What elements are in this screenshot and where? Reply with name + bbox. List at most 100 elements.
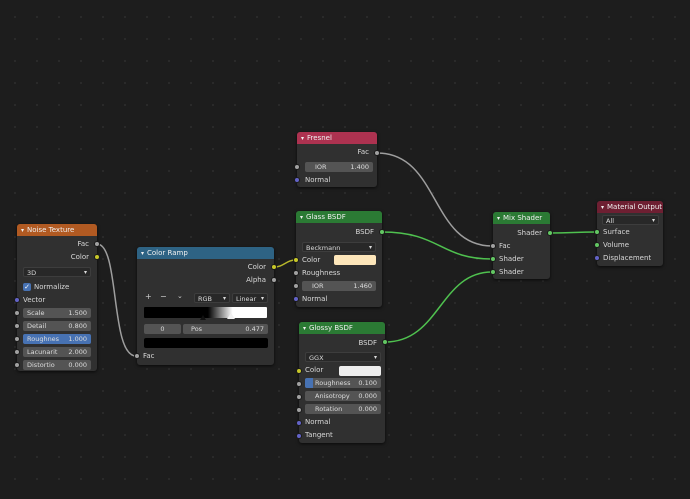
scale-field[interactable]: Scale 1.500	[23, 308, 91, 318]
input-fac-socket[interactable]	[134, 353, 140, 359]
fresnel-node[interactable]: ▾ Fresnel Fac IOR 1.400 Normal	[294, 132, 380, 187]
input-lacunarity-socket[interactable]	[14, 349, 20, 355]
input-normal-socket[interactable]	[294, 177, 300, 183]
rotation-field[interactable]: Rotation 0.000	[305, 404, 381, 414]
output-fac-label: Fac	[77, 240, 89, 248]
color-ramp-node[interactable]: ▾ Color Ramp Color Alpha + − ⌄ RGB ▾ Linea…	[134, 247, 277, 365]
output-bsdf-socket[interactable]	[379, 229, 385, 235]
fresnel-header[interactable]: ▾ Fresnel	[297, 132, 377, 144]
mix-shader-header[interactable]: ▾ Mix Shader	[493, 212, 550, 224]
chevron-down-icon: ▾	[222, 295, 226, 302]
output-fac-socket[interactable]	[374, 150, 380, 156]
input-roughness-label: Roughness	[302, 269, 341, 277]
input-fac-label: Fac	[499, 242, 511, 250]
target-dropdown[interactable]: All ▾	[602, 215, 659, 225]
input-volume-label: Volume	[603, 241, 630, 249]
dimension-dropdown[interactable]: 3D ▾	[23, 267, 91, 277]
pos-field[interactable]: Pos 0.477	[183, 324, 268, 334]
output-bsdf-socket[interactable]	[382, 339, 388, 345]
chevron-down-icon: ▾	[83, 269, 87, 276]
material-output-node[interactable]: ▾ Material Output All ▾ Surface Volume Dis…	[594, 201, 663, 266]
lacunarity-field[interactable]: Lacunarit 2.000	[23, 347, 91, 357]
output-shader-socket[interactable]	[547, 230, 553, 236]
collapse-chevron-icon[interactable]: ▾	[601, 202, 604, 213]
glass-bsdf-node[interactable]: ▾ Glass BSDF BSDF Beckmann ▾ Color Roughne…	[293, 211, 385, 307]
collapse-chevron-icon[interactable]: ▾	[21, 225, 24, 236]
remove-stop-icon[interactable]: −	[160, 292, 167, 301]
glass-bsdf-header[interactable]: ▾ Glass BSDF	[296, 211, 382, 223]
collapse-chevron-icon[interactable]: ▾	[301, 133, 304, 144]
distribution-dropdown[interactable]: Beckmann ▾	[302, 242, 376, 252]
material-output-header[interactable]: ▾ Material Output	[597, 201, 663, 213]
input-scale-socket[interactable]	[14, 310, 20, 316]
input-shader-2-socket[interactable]	[490, 269, 496, 275]
input-vector-socket[interactable]	[14, 297, 20, 303]
input-tangent-socket[interactable]	[296, 433, 302, 439]
input-shader-2-label: Shader	[499, 268, 524, 276]
input-roughness-socket[interactable]	[293, 270, 299, 276]
anisotropy-field[interactable]: Anisotropy 0.000	[305, 391, 381, 401]
output-color-socket[interactable]	[94, 254, 100, 260]
link-glossy-bsdf-to-mix-shader	[384, 271, 493, 343]
detail-field[interactable]: Detail 0.800	[23, 321, 91, 331]
input-normal-label: Normal	[305, 418, 331, 426]
input-anisotropy-socket[interactable]	[296, 394, 302, 400]
color-ramp-header[interactable]: ▾ Color Ramp	[137, 247, 274, 259]
input-normal-label: Normal	[305, 176, 331, 184]
collapse-chevron-icon[interactable]: ▾	[141, 248, 144, 259]
input-volume-socket[interactable]	[594, 242, 600, 248]
input-ior-socket[interactable]	[293, 283, 299, 289]
field-value: 0.800	[68, 322, 87, 330]
collapse-chevron-icon[interactable]: ▾	[303, 323, 306, 334]
add-stop-icon[interactable]: +	[145, 292, 152, 301]
output-shader-label: Shader	[517, 229, 542, 237]
chevron-down-icon[interactable]: ⌄	[177, 292, 183, 300]
color-mode-dropdown[interactable]: RGB ▾	[194, 293, 230, 303]
output-fac-socket[interactable]	[94, 241, 100, 247]
input-fac-socket[interactable]	[490, 243, 496, 249]
stop-black-marker[interactable]	[200, 315, 206, 320]
chevron-down-icon: ▾	[368, 244, 372, 251]
input-normal-socket[interactable]	[296, 420, 302, 426]
input-distortion-socket[interactable]	[14, 362, 20, 368]
interpolation-dropdown[interactable]: Linear ▾	[232, 293, 268, 303]
input-surface-socket[interactable]	[594, 229, 600, 235]
stop-index-field[interactable]: 0	[144, 324, 181, 334]
distribution-dropdown[interactable]: GGX ▾	[305, 352, 381, 362]
field-label: Detail	[27, 322, 47, 330]
collapse-chevron-icon[interactable]: ▾	[300, 212, 303, 223]
distortion-field[interactable]: Distortio 0.000	[23, 360, 91, 370]
input-normal-socket[interactable]	[293, 296, 299, 302]
input-roughness-socket[interactable]	[296, 381, 302, 387]
input-roughness-socket[interactable]	[14, 336, 20, 342]
field-value: 0.100	[358, 379, 377, 387]
output-color-socket[interactable]	[271, 264, 277, 270]
noise-texture-header[interactable]: ▾ Noise Texture	[17, 224, 97, 236]
input-detail-socket[interactable]	[14, 323, 20, 329]
output-bsdf-label: BSDF	[358, 339, 377, 347]
field-label: IOR	[312, 282, 324, 290]
glossy-bsdf-header[interactable]: ▾ Glossy BSDF	[299, 322, 385, 334]
input-shader-1-socket[interactable]	[490, 256, 496, 262]
collapse-chevron-icon[interactable]: ▾	[497, 213, 500, 224]
input-rotation-socket[interactable]	[296, 407, 302, 413]
normalize-checkbox[interactable]: ✓	[23, 283, 31, 291]
roughness-field[interactable]: Roughnes 1.000	[23, 334, 91, 344]
input-color-socket[interactable]	[296, 368, 302, 374]
color-swatch[interactable]	[339, 366, 381, 376]
roughness-field[interactable]: Roughness 0.100	[305, 378, 381, 388]
field-label: Lacunarit	[27, 348, 58, 356]
stop-color-swatch[interactable]	[144, 338, 268, 348]
ior-field[interactable]: IOR 1.400	[305, 162, 373, 172]
stop-white-marker[interactable]	[227, 313, 235, 319]
glossy-bsdf-node[interactable]: ▾ Glossy BSDF BSDF GGX ▾ Color Roughness 0.…	[296, 322, 388, 443]
output-alpha-socket[interactable]	[271, 277, 277, 283]
input-ior-socket[interactable]	[294, 164, 300, 170]
input-color-socket[interactable]	[293, 257, 299, 263]
input-displacement-socket[interactable]	[594, 255, 600, 261]
mix-shader-node[interactable]: ▾ Mix Shader Shader Fac Shader Shader	[490, 212, 553, 279]
noise-texture-node[interactable]: ▾ Noise Texture Fac Color 3D ▾ ✓ Normalize…	[14, 224, 100, 371]
color-swatch[interactable]	[334, 255, 376, 265]
ior-field[interactable]: IOR 1.460	[302, 281, 376, 291]
input-color-label: Color	[302, 256, 321, 264]
